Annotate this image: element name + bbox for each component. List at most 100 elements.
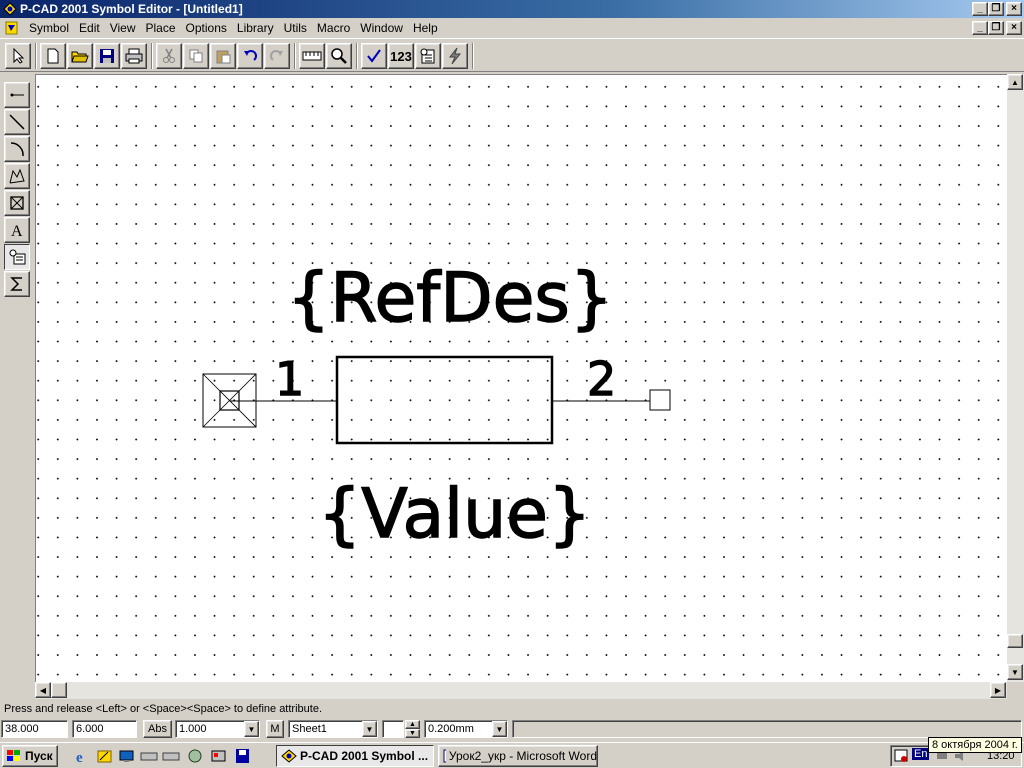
document-icon[interactable] [4,20,20,36]
symbol-drawing: 1 2 {RefDes} {Value} [202,258,671,555]
doc-minimize-button[interactable]: _ [972,21,988,35]
menu-help[interactable]: Help [408,19,443,37]
line-width-dropdown-button[interactable]: ▼ [492,721,507,737]
text-a-icon: A [11,223,23,239]
windows-logo-icon [7,750,20,761]
symbol-body-rectangle[interactable] [335,355,554,445]
polygon-icon [9,168,25,184]
menu-window[interactable]: Window [355,19,408,37]
cut-button[interactable] [156,43,182,69]
undo-button[interactable] [237,43,263,69]
restore-button[interactable]: ❐ [988,2,1004,16]
pcad-app-icon [3,2,17,16]
redo-button[interactable] [264,43,290,69]
scroll-right-button[interactable]: ▶ [990,682,1006,698]
menu-edit[interactable]: Edit [74,19,105,37]
vertical-scroll-thumb[interactable] [1007,634,1023,648]
status-bar: 38.000 6.000 Abs 1.000 ▼ M Sheet1 ▼ ▲ ▼ … [0,717,1024,741]
task-word-label: Урок2_укр - Microsoft Word [448,749,597,763]
minimize-button[interactable]: _ [972,2,988,16]
new-file-icon [47,48,59,64]
pin2-connection-marker[interactable] [649,389,671,411]
drawing-canvas[interactable]: 1 2 {RefDes} {Value} [35,74,1007,682]
place-ieee-button[interactable] [4,271,30,297]
task-pcad[interactable]: P-CAD 2001 Symbol ... [276,745,434,767]
place-arc-button[interactable] [4,136,30,162]
print-button[interactable] [121,43,147,69]
control-panel-icon[interactable] [210,748,228,764]
start-button[interactable]: Пуск [2,745,58,767]
grid-dropdown-button[interactable]: ▼ [244,721,259,737]
arc-icon [10,142,24,157]
tray-program-icon[interactable] [894,749,910,763]
save-button[interactable] [94,43,120,69]
open-folder-icon [71,51,89,63]
new-file-button[interactable] [40,43,66,69]
open-file-button[interactable] [67,43,93,69]
line-icon [9,114,25,130]
measure-button[interactable] [299,43,325,69]
value-attribute[interactable]: {Value} [317,474,592,554]
place-polygon-button[interactable] [4,163,30,189]
menu-utils[interactable]: Utils [279,19,312,37]
save-disk-icon[interactable] [234,748,252,764]
lightning-button[interactable] [442,43,468,69]
properties-button[interactable] [415,43,441,69]
checkmark-icon [367,49,381,63]
refdes-attribute[interactable]: {RefDes} [286,258,614,338]
drive2-icon[interactable] [162,748,180,764]
place-pin-button[interactable] [4,82,30,108]
menu-options[interactable]: Options [181,19,232,37]
attribute-icon [9,249,26,265]
sigma-icon [10,277,22,291]
place-refpoint-button[interactable] [4,190,30,216]
task-pcad-label: P-CAD 2001 Symbol ... [300,749,429,763]
horizontal-scroll-thumb[interactable] [51,682,67,698]
desktop-icon[interactable] [118,748,136,764]
select-arrow-button[interactable] [5,43,31,69]
menu-view[interactable]: View [105,19,141,37]
scroll-up-button[interactable]: ▲ [1007,74,1023,90]
network-icon[interactable] [186,748,204,764]
x-coordinate-field[interactable]: 38.000 [1,720,68,738]
paste-button[interactable] [210,43,236,69]
renumber-label: 123 [390,48,412,64]
scroll-left-button[interactable]: ◀ [35,682,51,698]
spin-up-button[interactable]: ▲ [405,720,420,729]
pcad-task-icon [281,749,297,763]
width-value-field[interactable] [382,720,404,738]
horizontal-scrollbar[interactable]: ◀ ▶ [35,682,1007,699]
validate-button[interactable] [361,43,387,69]
place-line-button[interactable] [4,109,30,135]
task-word[interactable]: W Урок2_укр - Microsoft Word [438,745,598,767]
outlook-icon[interactable] [96,748,114,764]
date-tooltip: 8 октября 2004 г. [928,737,1022,753]
scroll-down-button[interactable]: ▼ [1007,664,1023,680]
doc-restore-button[interactable]: ❐ [988,21,1004,35]
zoom-button[interactable] [326,43,352,69]
doc-close-button[interactable]: × [1006,21,1022,35]
menu-library[interactable]: Library [232,19,279,37]
sheet-dropdown-button[interactable]: ▼ [362,721,377,737]
place-text-button[interactable]: A [4,217,30,243]
menu-symbol[interactable]: Symbol [24,19,74,37]
copy-button[interactable] [183,43,209,69]
close-button[interactable]: × [1006,2,1022,16]
scissors-icon [163,48,175,63]
svg-text:A: A [11,223,23,239]
status-empty-panel [512,720,1022,738]
spin-down-button[interactable]: ▼ [405,729,420,738]
place-attribute-button[interactable] [4,244,30,270]
y-coordinate-field[interactable]: 6.000 [72,720,137,738]
copy-icon [189,49,203,63]
menu-macro[interactable]: Macro [312,19,355,37]
menu-place[interactable]: Place [141,19,181,37]
abs-toggle-button[interactable]: Abs [143,720,172,738]
renumber-button[interactable]: 123 [388,43,414,69]
ie-icon[interactable]: e [74,748,92,764]
title-bar[interactable]: P-CAD 2001 Symbol Editor - [Untitled1] _… [0,0,1024,18]
language-indicator[interactable]: En [912,748,930,760]
vertical-scrollbar[interactable]: ▲ ▼ [1007,74,1024,682]
drive-icon[interactable] [140,748,158,764]
m-toggle-button[interactable]: M [266,720,284,738]
